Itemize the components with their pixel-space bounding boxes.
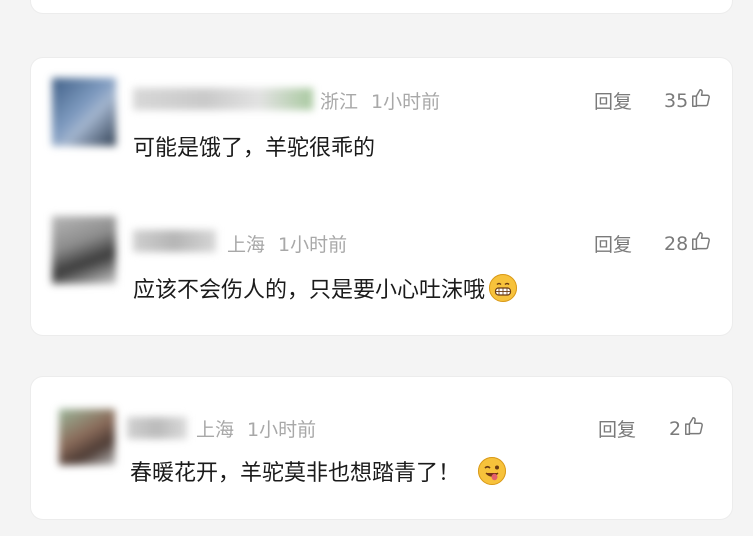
avatar[interactable] (59, 409, 115, 465)
comment-card: 上海 1小时前 回复 2 春暖花开，羊驼莫非也想踏青了！ (31, 377, 732, 519)
comment-text-content: 可能是饿了，羊驼很乖的 (133, 136, 376, 161)
comment-text: 可能是饿了，羊驼很乖的 (133, 130, 375, 162)
previous-comment-card (31, 0, 732, 13)
timestamp: 1小时前 (371, 91, 441, 113)
location-label: 浙江 (320, 91, 359, 113)
reply-button[interactable]: 回复 (598, 415, 636, 442)
like-button[interactable]: 35 (664, 87, 712, 114)
like-button[interactable]: 2 (669, 415, 705, 442)
timestamp: 1小时前 (278, 234, 348, 256)
location-label: 上海 (196, 419, 235, 441)
comment-card: 浙江 1小时前 回复 35 可能是饿了，羊驼很乖的 上海 1小时前 回复 28 … (31, 58, 732, 335)
like-count: 2 (669, 417, 682, 440)
avatar[interactable] (52, 78, 116, 146)
timestamp: 1小时前 (247, 419, 317, 441)
comment-text-content: 春暖花开，羊驼莫非也想踏青了！ (130, 461, 461, 486)
like-count: 28 (664, 232, 689, 255)
comment-text: 应该不会伤人的，只是要小心吐沫哦 (133, 272, 518, 304)
reply-button[interactable]: 回复 (594, 230, 632, 257)
username-blurred[interactable] (127, 417, 187, 439)
grinning-face-emoji-icon (489, 274, 518, 302)
reply-button[interactable]: 回复 (594, 87, 632, 114)
username-blurred[interactable] (133, 88, 313, 110)
thumbs-up-icon (690, 87, 712, 114)
thumbs-up-icon (690, 230, 712, 257)
like-button[interactable]: 28 (664, 230, 712, 257)
location-label: 上海 (227, 234, 266, 256)
comment-text-content: 应该不会伤人的，只是要小心吐沫哦 (133, 278, 486, 303)
username-blurred[interactable] (133, 230, 216, 252)
comment-text: 春暖花开，羊驼莫非也想踏青了！ (130, 455, 507, 487)
thumbs-up-icon (683, 415, 705, 442)
like-count: 35 (664, 89, 689, 112)
avatar[interactable] (52, 216, 116, 284)
winking-tongue-face-emoji-icon (478, 457, 507, 485)
